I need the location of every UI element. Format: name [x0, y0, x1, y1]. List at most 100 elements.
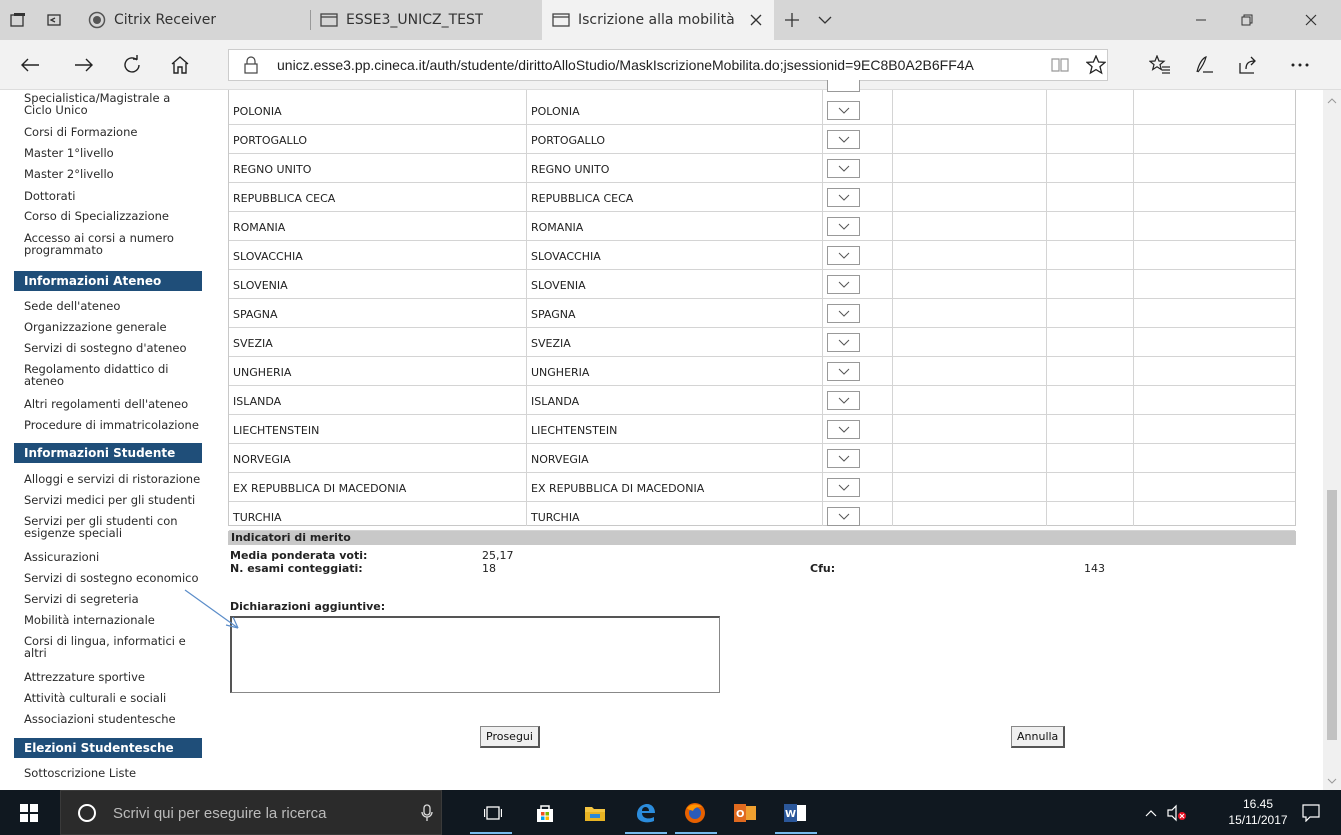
country-select[interactable] — [827, 333, 860, 352]
country-name: NORVEGIA — [233, 453, 291, 466]
country-select[interactable] — [827, 188, 860, 207]
book-icon — [1051, 58, 1069, 72]
country-select[interactable] — [827, 159, 860, 178]
word-button[interactable]: W — [780, 798, 810, 828]
chevron-down-icon — [838, 426, 849, 433]
favorite-button[interactable] — [1076, 40, 1116, 90]
close-icon — [1305, 14, 1317, 26]
clock-date: 15/11/2017 — [1228, 813, 1288, 827]
countries-table: POLONIA POLONIA PORTOGALLO PORTOGALLO REGNO … — [228, 80, 1296, 531]
sidebar-item[interactable]: Sottoscrizione Liste — [24, 767, 204, 779]
minimize-button[interactable] — [1178, 0, 1224, 40]
cortana-icon — [78, 804, 96, 822]
scrollbar-thumb[interactable] — [1327, 490, 1337, 740]
outlook-button[interactable]: O — [730, 798, 760, 828]
country-select[interactable] — [827, 130, 860, 149]
annulla-button[interactable]: Annulla — [1011, 726, 1066, 748]
sidebar-item[interactable]: Corsi di lingua, informatici e — [24, 635, 204, 647]
sidebar-item[interactable]: Corso di Specializzazione — [24, 210, 204, 222]
sidebar-item[interactable]: ateneo — [24, 375, 204, 387]
country-select[interactable] — [827, 246, 860, 265]
close-window-button[interactable] — [1288, 0, 1334, 40]
star-icon — [1086, 55, 1106, 75]
tab-preview-button[interactable] — [818, 0, 848, 40]
sidebar-item[interactable]: Dottorati — [24, 190, 204, 202]
edge-button[interactable] — [630, 798, 660, 828]
sidebar-item[interactable]: Sede dell'ateneo — [24, 300, 204, 312]
start-button[interactable] — [14, 798, 44, 828]
sidebar-item[interactable]: Organizzazione generale — [24, 321, 204, 333]
close-icon[interactable] — [750, 14, 762, 26]
country-select[interactable] — [827, 275, 860, 294]
sidebar-item[interactable]: Alloggi e servizi di ristorazione — [24, 473, 204, 485]
sidebar-item[interactable]: Master 2°livello — [24, 168, 204, 180]
sidebar-item[interactable]: Attività culturali e sociali — [24, 692, 204, 704]
sidebar-item[interactable]: Attrezzature sportive — [24, 671, 204, 683]
country-name: TURCHIA — [233, 511, 282, 524]
sidebar-item[interactable]: Servizi di segreteria — [24, 593, 204, 605]
media-value: 25,17 — [482, 549, 514, 562]
country-select-partial[interactable] — [827, 80, 860, 92]
country-select[interactable] — [827, 449, 860, 468]
country-select[interactable] — [827, 217, 860, 236]
firefox-button[interactable] — [680, 798, 710, 828]
home-button[interactable] — [158, 40, 202, 90]
tab-citrix[interactable]: Citrix Receiver — [84, 0, 306, 40]
share-button[interactable] — [1228, 40, 1268, 90]
sidebar-item[interactable]: Master 1°livello — [24, 147, 204, 159]
refresh-button[interactable] — [110, 40, 154, 90]
sidebar-item[interactable]: Altri regolamenti dell'ateneo — [24, 398, 204, 410]
country-select[interactable] — [827, 507, 860, 526]
task-view-button[interactable] — [478, 798, 508, 828]
back-button[interactable] — [8, 40, 52, 90]
country-name: SPAGNA — [233, 308, 278, 321]
sidebar-item[interactable]: Servizi di sostegno d'ateneo — [24, 342, 204, 354]
restore-button[interactable] — [1224, 0, 1270, 40]
sidebar-item[interactable]: Servizi medici per gli studenti — [24, 494, 204, 506]
sidebar-item[interactable]: altri — [24, 647, 204, 659]
tab-manager-button[interactable] — [10, 0, 40, 40]
store-button[interactable] — [530, 798, 560, 828]
prosegui-button[interactable]: Prosegui — [480, 726, 540, 748]
address-input[interactable]: unicz.esse3.pp.cineca.it/auth/studente/d… — [228, 49, 1108, 81]
country-name: PORTOGALLO — [233, 134, 308, 147]
sidebar-item[interactable]: Mobilità internazionale — [24, 614, 204, 626]
forward-button[interactable] — [62, 40, 106, 90]
sidebar-item[interactable]: Corsi di Formazione — [24, 126, 204, 138]
chevron-down-icon — [838, 281, 849, 288]
sidebar-item[interactable]: Assicurazioni — [24, 551, 204, 563]
country-select[interactable] — [827, 420, 860, 439]
country-select[interactable] — [827, 362, 860, 381]
country-name: UNGHERIA — [233, 366, 292, 379]
taskbar-clock[interactable]: 16.45 15/11/2017 — [1228, 796, 1288, 828]
sidebar-item[interactable]: Procedure di immatricolazione — [24, 419, 204, 431]
new-tab-button[interactable] — [784, 0, 814, 40]
tab-iscrizione-mobilita[interactable]: Iscrizione alla mobilità — [542, 0, 774, 40]
set-aside-tabs-button[interactable] — [46, 0, 76, 40]
favorites-hub-button[interactable] — [1140, 40, 1180, 90]
country-select[interactable] — [827, 391, 860, 410]
dichiarazioni-textarea[interactable] — [230, 616, 720, 693]
notes-button[interactable] — [1184, 40, 1224, 90]
sidebar-item[interactable]: esigenze speciali — [24, 527, 204, 539]
sidebar-item[interactable]: Servizi di sostegno economico — [24, 572, 204, 584]
table-row: EX REPUBBLICA DI MACEDONIA EX REPUBBLICA … — [229, 473, 1295, 502]
more-button[interactable] — [1280, 40, 1320, 90]
country-select[interactable] — [827, 304, 860, 323]
chevron-down-icon — [838, 484, 849, 491]
page-scrollbar[interactable] — [1323, 90, 1341, 790]
sidebar-item[interactable]: programmato — [24, 244, 204, 256]
tab-esse3[interactable]: ESSE3_UNICZ_TEST — [320, 0, 540, 40]
volume-button[interactable] — [1162, 798, 1192, 828]
country-name-alt: EX REPUBBLICA DI MACEDONIA — [531, 482, 705, 495]
sidebar-item[interactable]: Ciclo Unico — [24, 104, 204, 116]
reading-view-button[interactable] — [1040, 40, 1080, 90]
country-select[interactable] — [827, 478, 860, 497]
file-explorer-button[interactable] — [580, 798, 610, 828]
country-select[interactable] — [827, 101, 860, 120]
notification-icon — [1302, 804, 1320, 822]
restore-icon — [1241, 14, 1253, 26]
action-center-button[interactable] — [1296, 798, 1326, 828]
taskbar-search-box[interactable]: Scrivi qui per eseguire la ricerca — [60, 790, 442, 835]
sidebar-item[interactable]: Associazioni studentesche — [24, 713, 204, 725]
